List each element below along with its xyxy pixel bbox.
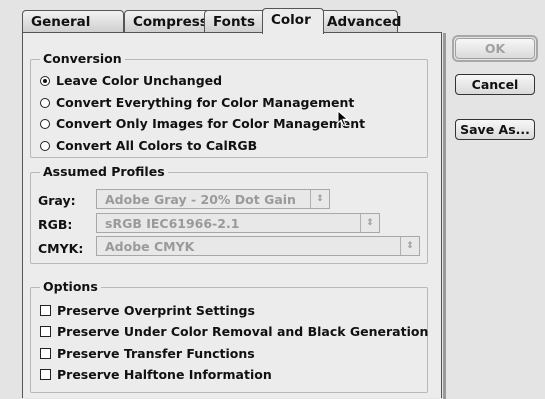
checkbox-preserve-halftone[interactable]: Preserve Halftone Information: [40, 367, 272, 382]
chevron-updown-icon: ⇕: [360, 214, 379, 232]
radio-convert-everything[interactable]: Convert Everything for Color Management: [40, 95, 354, 110]
chevron-updown-icon: ⇕: [400, 237, 419, 255]
gray-profile-value: Adobe Gray - 20% Dot Gain: [105, 192, 296, 207]
tab-color[interactable]: Color: [262, 8, 324, 34]
radio-convert-only-images[interactable]: Convert Only Images for Color Management: [40, 116, 365, 131]
gray-profile-select[interactable]: Adobe Gray - 20% Dot Gain ⇕: [96, 189, 330, 209]
radio-icon[interactable]: [40, 118, 50, 129]
assumed-profiles-title: Assumed Profiles: [40, 164, 168, 179]
checkbox-label: Preserve Halftone Information: [57, 367, 272, 382]
radio-label: Leave Color Unchanged: [56, 73, 223, 88]
tab-fonts[interactable]: Fonts: [204, 10, 266, 32]
cancel-button[interactable]: Cancel: [455, 74, 535, 95]
radio-icon[interactable]: [40, 140, 50, 151]
checkbox-icon[interactable]: [40, 305, 51, 316]
checkbox-icon[interactable]: [40, 369, 51, 380]
rgb-profile-value: sRGB IEC61966-2.1: [105, 216, 240, 231]
radio-icon[interactable]: [40, 97, 50, 108]
rgb-profile-select[interactable]: sRGB IEC61966-2.1 ⇕: [96, 213, 380, 233]
checkbox-preserve-transfer[interactable]: Preserve Transfer Functions: [40, 346, 255, 361]
options-title: Options: [40, 279, 101, 294]
radio-leave-color-unchanged[interactable]: Leave Color Unchanged: [40, 73, 222, 88]
gray-label: Gray:: [38, 193, 76, 208]
checkbox-label: Preserve Overprint Settings: [57, 303, 255, 318]
cmyk-profile-select[interactable]: Adobe CMYK ⇕: [96, 236, 420, 256]
cmyk-label: CMYK:: [38, 241, 84, 256]
checkbox-label: Preserve Transfer Functions: [57, 346, 255, 361]
mouse-pointer-icon: [337, 110, 349, 127]
chevron-updown-icon: ⇕: [310, 190, 329, 208]
conversion-title: Conversion: [40, 51, 125, 66]
radio-convert-calrgb[interactable]: Convert All Colors to CalRGB: [40, 138, 257, 153]
tab-advanced[interactable]: Advanced: [318, 10, 401, 32]
tab-general[interactable]: General: [22, 10, 124, 32]
checkbox-icon[interactable]: [40, 326, 51, 337]
checkbox-preserve-ucr-bg[interactable]: Preserve Under Color Removal and Black G…: [40, 324, 428, 339]
radio-label: Convert All Colors to CalRGB: [56, 138, 258, 153]
checkbox-preserve-overprint[interactable]: Preserve Overprint Settings: [40, 303, 255, 318]
checkbox-label: Preserve Under Color Removal and Black G…: [57, 324, 429, 339]
radio-selected-icon[interactable]: [40, 75, 50, 86]
panel-shadow: [443, 33, 446, 399]
radio-label: Convert Everything for Color Management: [56, 95, 355, 110]
save-as-button[interactable]: Save As...: [455, 119, 535, 140]
radio-label: Convert Only Images for Color Management: [56, 116, 366, 131]
ok-button[interactable]: OK: [455, 38, 535, 59]
rgb-label: RGB:: [38, 217, 73, 232]
cmyk-profile-value: Adobe CMYK: [105, 239, 195, 254]
checkbox-icon[interactable]: [40, 348, 51, 359]
